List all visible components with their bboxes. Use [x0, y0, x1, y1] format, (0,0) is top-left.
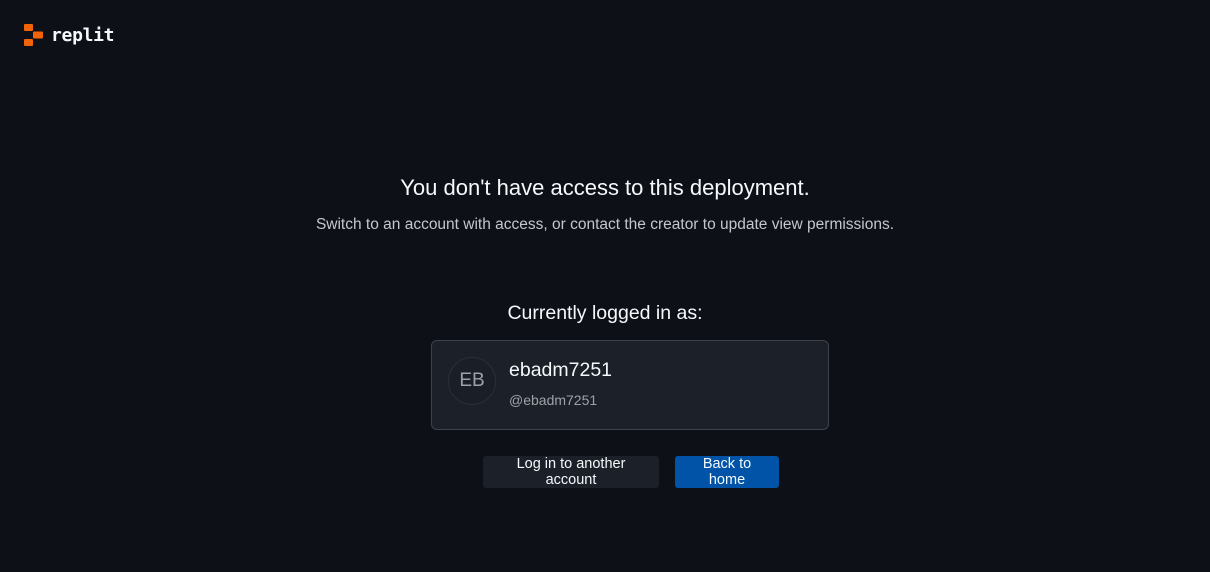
replit-logo[interactable]: replit [24, 24, 115, 46]
account-card: EB ebadm7251 @ebadm7251 [431, 340, 829, 430]
avatar-initials: EB [459, 370, 485, 391]
account-display-name: ebadm7251 [509, 359, 613, 381]
page-subtitle: Switch to an account with access, or con… [315, 216, 895, 233]
page-title: You don't have access to this deployment… [400, 175, 810, 200]
brand-name: replit [51, 24, 115, 46]
logged-in-label: Currently logged in as: [507, 302, 703, 324]
replit-logo-icon [24, 24, 43, 46]
login-another-account-button[interactable]: Log in to another account [483, 456, 659, 488]
back-to-home-button[interactable]: Back to home [675, 456, 779, 488]
avatar: EB [448, 357, 496, 405]
account-handle: @ebadm7251 [509, 392, 598, 408]
